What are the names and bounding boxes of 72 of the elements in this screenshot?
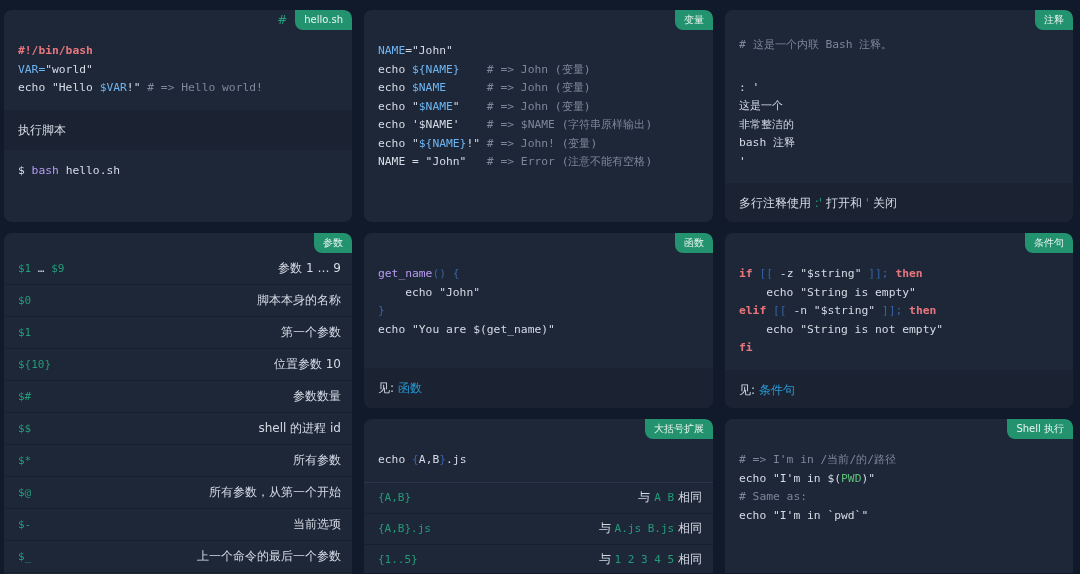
note-text: 执行脚本: [18, 121, 67, 139]
code-line: echo "I'm in $(PWD)": [739, 470, 877, 487]
parameter-code: $$: [18, 422, 32, 435]
code-line: fi: [739, 340, 754, 356]
description: 脚本本身的名称: [257, 292, 341, 309]
description: 位置参数 10: [273, 356, 341, 373]
code-line: echo "$NAME" # => John (变量): [378, 98, 592, 115]
code-line: # => I'm in /当前/的/路径: [739, 452, 898, 468]
code-line: #!/bin/bash: [18, 43, 94, 59]
code-line: 非常整洁的: [739, 116, 795, 133]
parameter-code: {A,B}: [378, 491, 412, 504]
section-tag: 注释: [1035, 10, 1073, 30]
code-line: $ bash hello.sh: [18, 162, 122, 179]
parameter-code: $-: [18, 518, 32, 531]
description: 第一个参数: [281, 324, 341, 341]
section-tag: 变量: [675, 10, 713, 30]
description: 与 A.js B.js 相同: [598, 520, 702, 537]
description: 与 A B 相同: [638, 489, 702, 506]
parameter-code: $1 … $9: [18, 262, 65, 275]
link[interactable]: 条件句: [758, 382, 795, 397]
section-tag: 参数: [314, 233, 352, 253]
parameter-code: ${10}: [18, 358, 52, 371]
code-line: ': [739, 153, 747, 170]
code-line: echo "You are $(get_name)": [378, 321, 556, 338]
code-line: # 这是一个内联 Bash 注释。: [739, 37, 894, 53]
description: 上一个命令的最后一个参数: [197, 548, 341, 565]
description: 所有参数: [293, 452, 341, 469]
parameter-code: {A,B}.js: [378, 522, 431, 535]
description: 当前选项: [293, 516, 341, 533]
code-line: if [[ -z "$string" ]]; then: [739, 266, 924, 282]
parameter-code: $*: [18, 454, 32, 467]
description: shell 的进程 id: [258, 420, 341, 437]
note-text: 见: 条件句: [739, 381, 796, 399]
code-line: echo "${NAME}!" # => John! (变量): [378, 135, 599, 152]
description: 与 1 2 3 4 5 相同: [598, 551, 702, 568]
parameter-code: $_: [18, 550, 32, 563]
code-line: echo "String is not empty": [765, 321, 945, 338]
code-line: echo "John": [404, 284, 482, 301]
anchor-link[interactable]: #: [277, 13, 288, 27]
code-line: get_name() {: [378, 266, 461, 282]
section-tag: 条件句: [1025, 233, 1073, 253]
code-line: elif [[ -n "$string" ]]; then: [739, 303, 938, 319]
section-tag: 函数: [675, 233, 713, 253]
section-tag: hello.sh: [295, 10, 352, 30]
code-line: echo $NAME # => John (变量): [378, 80, 592, 96]
section-tag: Shell 执行: [1007, 419, 1073, 439]
code-line: VAR="world": [18, 61, 94, 78]
code-line: NAME = "John" # => Error (注意不能有空格): [378, 154, 654, 170]
description: 参数 1 … 9: [278, 260, 341, 277]
code-line: NAME="John": [378, 43, 454, 59]
parameter-code: $0: [18, 294, 32, 307]
note-text: 多行注释使用 :' 打开和 ' 关闭: [739, 195, 898, 212]
link[interactable]: 函数: [397, 381, 422, 395]
parameter-code: $#: [18, 390, 32, 403]
code-line: 这是一个: [739, 98, 784, 114]
description: 参数数量: [293, 388, 341, 405]
code-line: echo "I'm in `pwd`": [739, 507, 870, 524]
code-line: echo {A,B}.js: [378, 452, 468, 468]
code-line: echo "Hello $VAR!" # => Hello world!: [18, 80, 264, 96]
code-line: bash 注释: [739, 135, 796, 151]
parameter-code: {1..5}: [378, 553, 418, 566]
parameter-code: $@: [18, 486, 32, 499]
note-text: 见: 函数: [378, 380, 423, 397]
code-line: : ': [739, 79, 761, 96]
code-line: echo "String is empty": [765, 284, 917, 301]
code-line: echo '$NAME' # => $NAME (字符串原样输出): [378, 117, 654, 133]
code-line: }: [378, 303, 386, 319]
code-line: # Same as:: [739, 489, 808, 505]
parameter-code: $1: [18, 326, 32, 339]
description: 所有参数，从第一个开始: [209, 484, 341, 501]
code-line: echo ${NAME} # => John (变量): [378, 61, 592, 78]
section-tag: 大括号扩展: [645, 419, 713, 439]
